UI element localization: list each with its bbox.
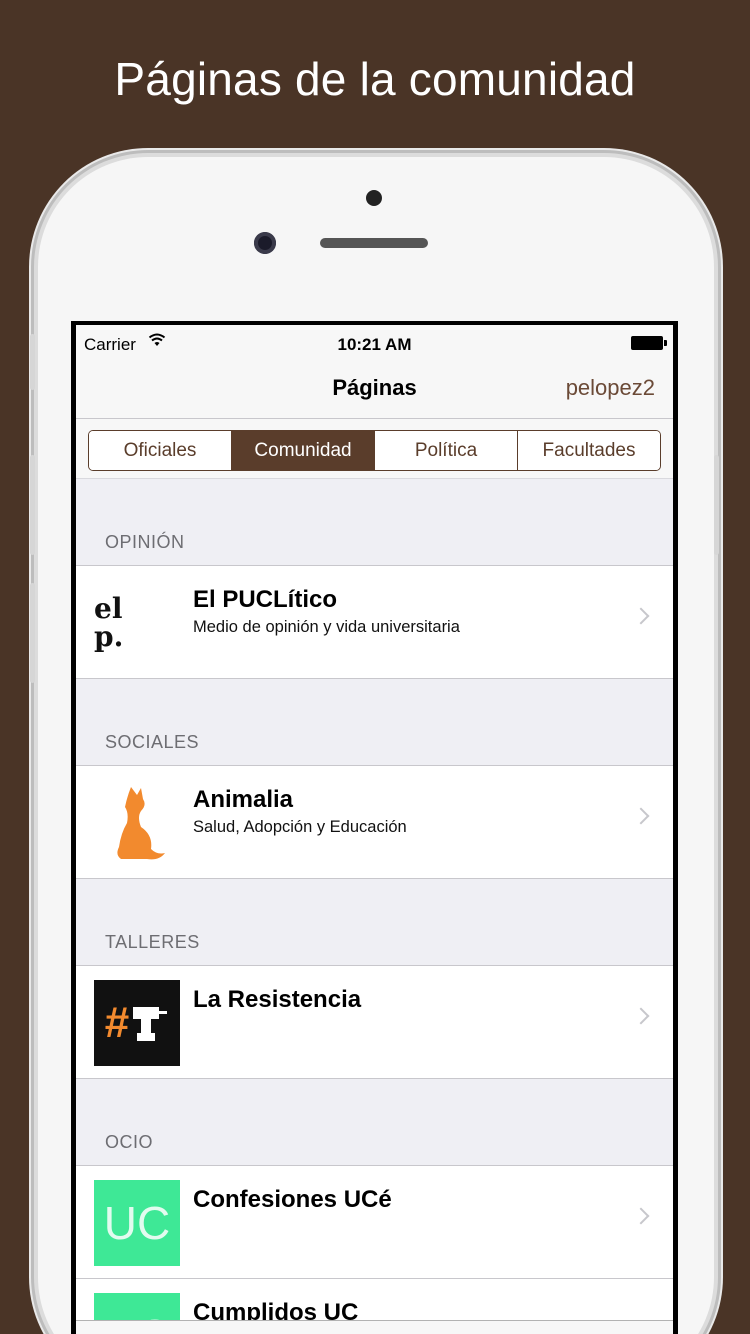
segmented-control: Oficiales Comunidad Política Facultades bbox=[88, 430, 661, 471]
chevron-right-icon bbox=[632, 807, 650, 825]
elpuclitico-logo: el p. bbox=[94, 580, 180, 666]
item-name: La Resistencia bbox=[193, 986, 362, 1013]
uc-logo-text: UC bbox=[103, 1197, 171, 1249]
confesiones-logo: UC bbox=[94, 1180, 180, 1266]
list-item-animalia[interactable]: Animalia Salud, Adopción y Educación bbox=[76, 765, 673, 879]
section-header-talleres: TALLERES bbox=[105, 932, 200, 952]
chevron-right-icon bbox=[632, 607, 650, 625]
user-button[interactable]: pelopez2 bbox=[566, 375, 655, 401]
chevron-right-icon bbox=[632, 1207, 650, 1225]
laresistencia-logo: # bbox=[94, 980, 180, 1066]
page-headline: Páginas de la comunidad bbox=[114, 53, 636, 105]
front-sensor bbox=[366, 190, 382, 206]
item-name: Confesiones UCé bbox=[193, 1186, 392, 1213]
list-item-elpuclitico[interactable]: el p. El PUCLítico Medio de opinión y vi… bbox=[76, 565, 673, 679]
segment-facultades[interactable]: Facultades bbox=[518, 431, 660, 470]
segment-comunidad[interactable]: Comunidad bbox=[232, 431, 375, 470]
battery-icon bbox=[631, 336, 667, 350]
mute-switch bbox=[30, 334, 35, 390]
volume-up-button bbox=[30, 455, 35, 555]
section-header-ocio: OCIO bbox=[105, 1132, 154, 1152]
segment-oficiales[interactable]: Oficiales bbox=[89, 431, 232, 470]
chevron-right-icon bbox=[632, 1007, 650, 1025]
hash-logo-text: # bbox=[104, 998, 130, 1047]
status-time: 10:21 AM bbox=[337, 335, 412, 354]
item-name: Animalia bbox=[193, 786, 294, 813]
segment-politica[interactable]: Política bbox=[375, 431, 518, 470]
item-description: Medio de opinión y vida universitaria bbox=[193, 618, 460, 636]
front-camera-lens bbox=[254, 232, 276, 254]
power-button bbox=[714, 455, 719, 555]
tab-bar[interactable] bbox=[76, 1320, 673, 1334]
dog-silhouette-icon bbox=[94, 780, 180, 866]
list-item-laresistencia[interactable]: # La Resistencia bbox=[76, 965, 673, 1079]
section-header-sociales: SOCIALES bbox=[105, 732, 200, 752]
drill-icon bbox=[133, 1007, 168, 1041]
pages-list: OPINIÓN el p. El PUCLítico Medio de opin… bbox=[76, 479, 673, 1334]
elpuclitico-logo-text: el p. bbox=[94, 592, 124, 653]
item-description: Salud, Adopción y Educación bbox=[193, 818, 407, 836]
section-header-opinion: OPINIÓN bbox=[105, 532, 185, 552]
item-name: El PUCLítico bbox=[193, 586, 338, 613]
phone-screen: Carrier 10:21 AM Páginas pelopez2 Oficia… bbox=[71, 321, 678, 1334]
segment-container: Oficiales Comunidad Política Facultades bbox=[76, 419, 673, 479]
list-item-confesiones[interactable]: UC Confesiones UCé bbox=[76, 1165, 673, 1279]
app-display: Carrier 10:21 AM Páginas pelopez2 Oficia… bbox=[76, 325, 673, 1334]
earpiece-speaker bbox=[320, 238, 428, 248]
navigation-bar: Páginas pelopez2 bbox=[76, 361, 673, 419]
status-bar: Carrier 10:21 AM bbox=[76, 325, 673, 361]
volume-down-button bbox=[30, 583, 35, 683]
